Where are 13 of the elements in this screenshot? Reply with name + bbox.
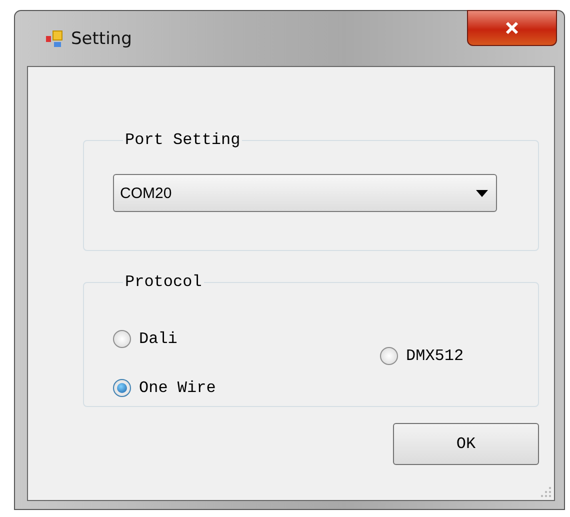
ok-button[interactable]: OK <box>393 423 539 465</box>
app-icon <box>45 28 65 48</box>
window-title: Setting <box>71 28 132 48</box>
group-label: Port Setting <box>124 131 242 149</box>
resize-grip-icon <box>541 487 551 497</box>
close-button[interactable] <box>467 10 557 46</box>
radio-option[interactable]: Dali <box>113 327 380 351</box>
caret-icon <box>476 190 488 196</box>
group-label: Protocol <box>124 273 203 291</box>
close-icon <box>504 21 520 35</box>
radio-option[interactable]: DMX512 <box>380 346 538 364</box>
radio-option[interactable]: One Wire <box>113 376 380 400</box>
port-dropdown[interactable]: COM20 <box>113 174 497 212</box>
